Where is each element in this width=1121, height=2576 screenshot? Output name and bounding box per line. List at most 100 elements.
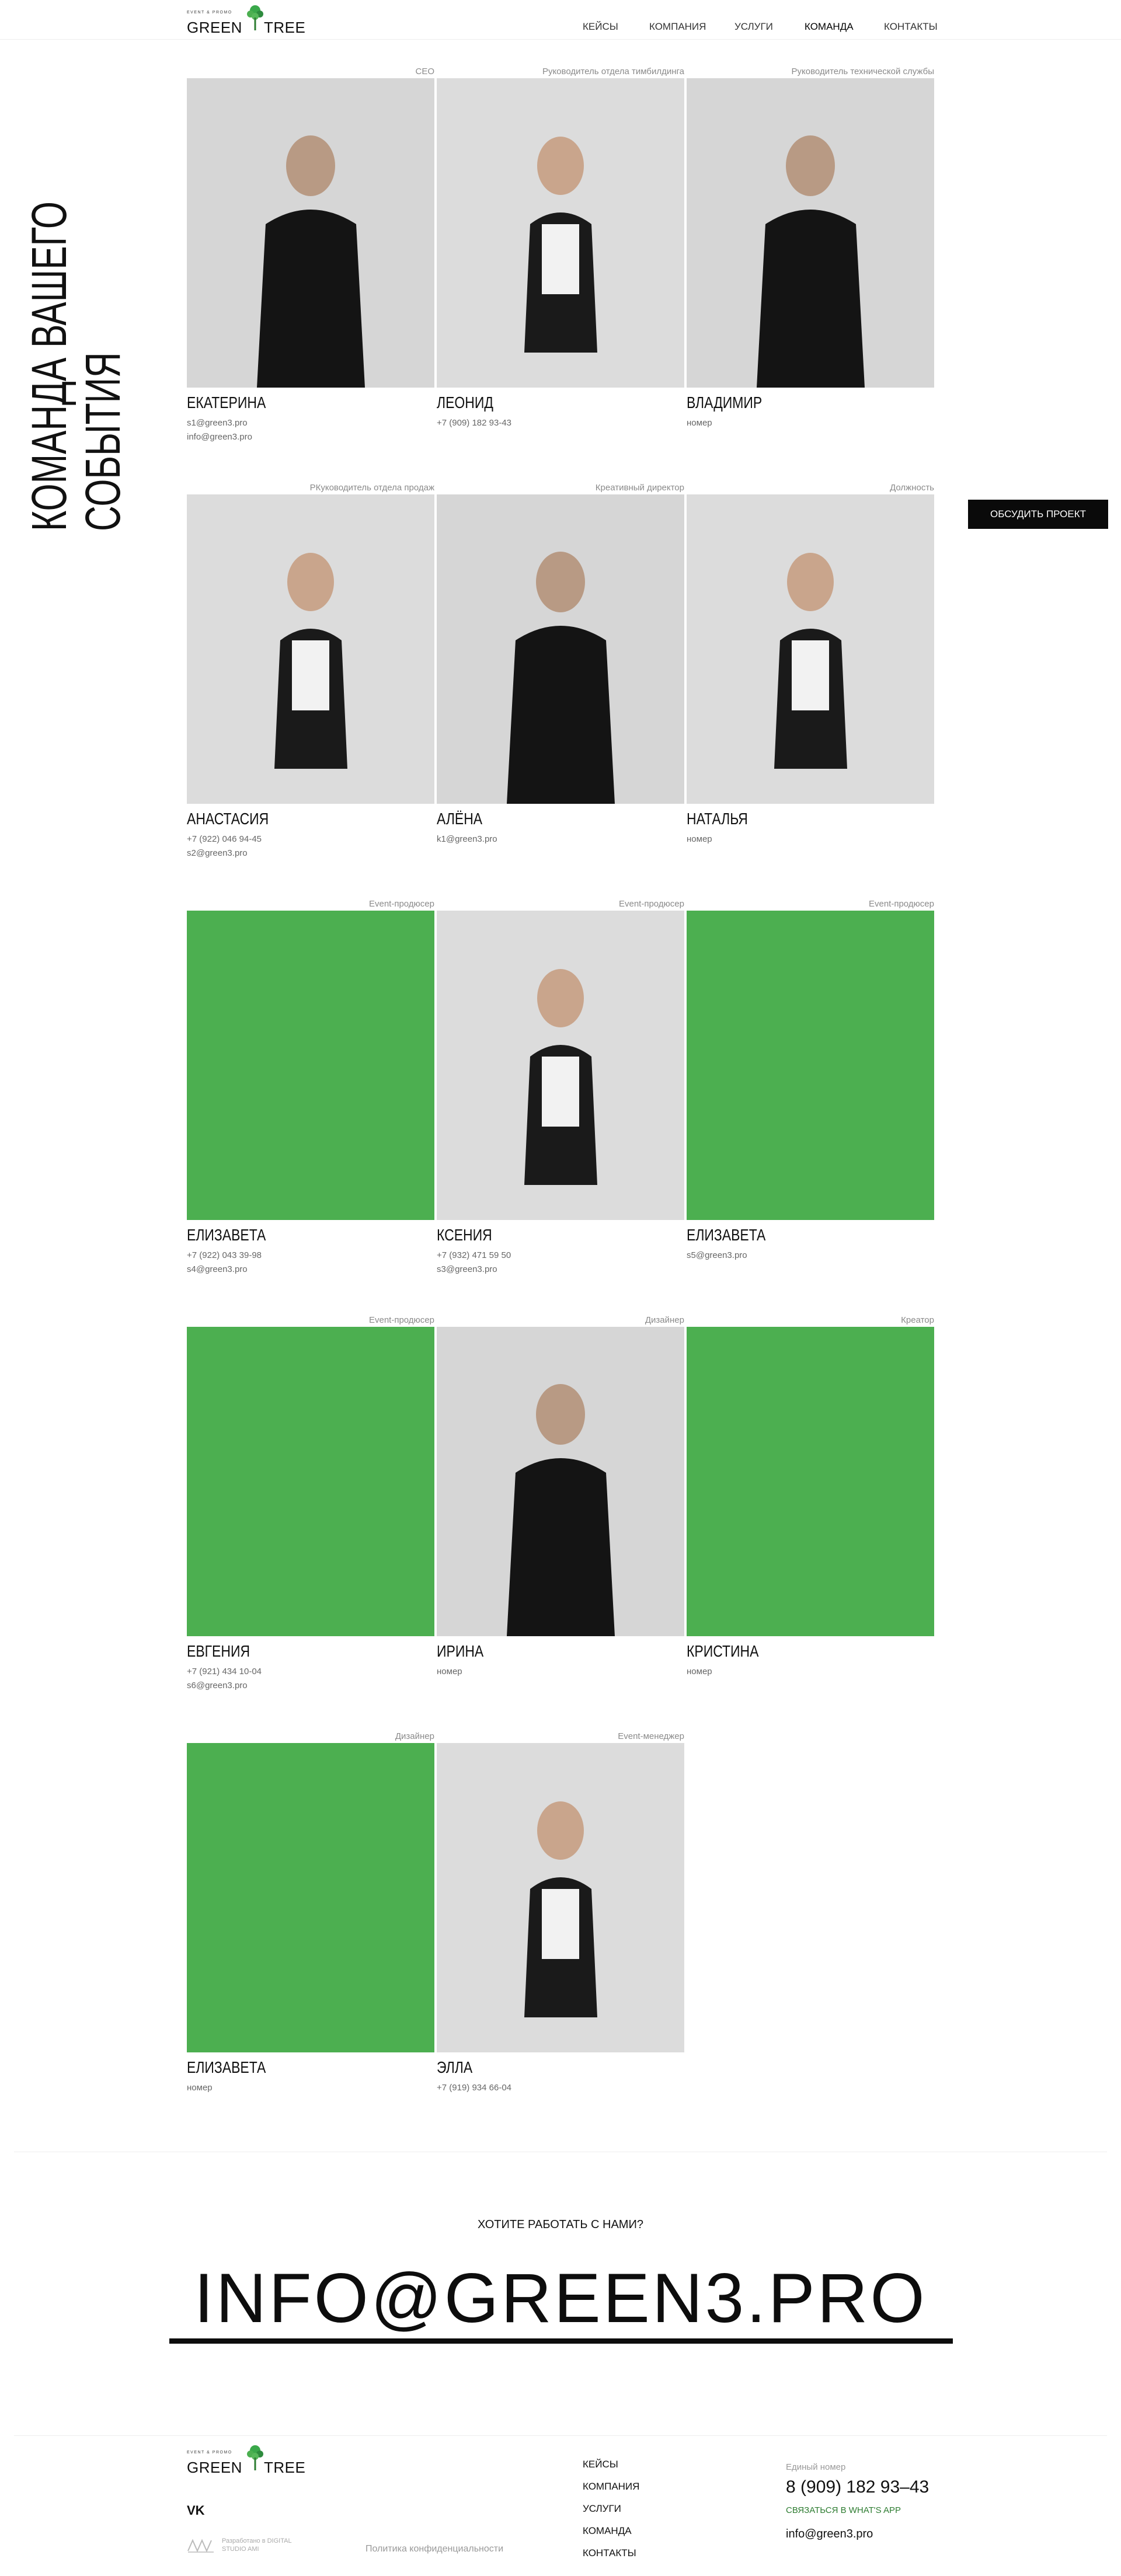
team-member-card: Event-менеджер ЭЛЛА +7 (919) 934 66-04 (437, 1731, 684, 2105)
member-role: CEO (415, 67, 434, 76)
team-member-card: Должность НАТАЛЬЯ номер (687, 483, 934, 856)
member-role: Event-менеджер (618, 1731, 684, 1741)
footer-nav-team[interactable]: КОМАНДА (583, 2525, 632, 2537)
photo-placeholder (687, 1327, 934, 1636)
team-member-card: Event-продюсер ЕЛИЗАВЕТА s5@green3.pro (687, 899, 934, 1273)
member-role: Event-продюсер (868, 899, 934, 909)
logo-word-tree: TREE (264, 2459, 306, 2476)
member-role: Event-продюсер (368, 1315, 434, 1325)
team-member-card: Дизайнер ЕЛИЗАВЕТА номер (187, 1731, 434, 2105)
footer-logo[interactable]: EVENT & PROMO GREEN TREE (187, 2443, 315, 2476)
site-header: EVENT & PROMO GREEN TREE КЕЙСЫ КОМПАНИЯ … (0, 0, 1121, 40)
member-contact-1[interactable]: номер (687, 418, 712, 428)
nav-team[interactable]: КОМАНДА (805, 21, 854, 33)
photo-placeholder (687, 911, 934, 1220)
member-contact-2[interactable]: s3@green3.pro (437, 1264, 497, 1274)
team-member-card: Дизайнер ИРИНА номер (437, 1315, 684, 1689)
phone-label: Единый номер (786, 2462, 846, 2472)
member-contact-1[interactable]: +7 (922) 046 94-45 (187, 834, 262, 844)
member-contact-2[interactable]: s4@green3.pro (187, 1264, 248, 1274)
member-contact-1[interactable]: номер (687, 834, 712, 844)
logo-word-tree: TREE (264, 19, 306, 36)
footer-nav-cases[interactable]: КЕЙСЫ (583, 2459, 618, 2470)
team-member-card: Креатор КРИСТИНА номер (687, 1315, 934, 1689)
member-name: ВЛАДИМИР (687, 393, 763, 412)
nav-company[interactable]: КОМПАНИЯ (649, 21, 706, 33)
member-contact-1[interactable]: k1@green3.pro (437, 834, 497, 844)
page-title-line1: КОМАНДА ВАШЕГО (22, 201, 76, 531)
logo-word-green: GREEN (187, 19, 242, 36)
photo-placeholder (187, 1743, 434, 2052)
member-contact-2[interactable]: s6@green3.pro (187, 1681, 248, 1690)
member-name: НАТАЛЬЯ (687, 810, 748, 828)
team-member-card: Event-продюсер ЕЛИЗАВЕТА +7 (922) 043 39-9… (187, 899, 434, 1274)
member-role: Дизайнер (395, 1731, 434, 1741)
member-name: ЕЛИЗАВЕТА (187, 2058, 266, 2076)
member-contact-1[interactable]: номер (437, 1667, 462, 1676)
member-role: Дизайнер (645, 1315, 684, 1325)
member-role: Event-продюсер (618, 899, 684, 909)
member-name: ЕЛИЗАВЕТА (187, 1226, 266, 1244)
tree-icon (247, 2445, 263, 2470)
nav-contacts[interactable]: КОНТАКТЫ (884, 21, 938, 33)
member-photo (687, 78, 934, 388)
footer-divider (14, 2435, 1107, 2436)
whatsapp-link[interactable]: СВЯЗАТЬСЯ В WHAT'S APP (786, 2505, 901, 2515)
member-name: ИРИНА (437, 1642, 484, 1660)
logo-word-green: GREEN (187, 2459, 242, 2476)
logo[interactable]: EVENT & PROMO GREEN TREE (187, 4, 315, 36)
member-photo (187, 494, 434, 804)
member-role: РКуководитель отдела продаж (309, 483, 434, 493)
page-title: КОМАНДА ВАШЕГО СОБЫТИЯ (22, 53, 139, 531)
member-photo (437, 78, 684, 388)
team-member-card: Руководитель технической службы ВЛАДИМИР н… (687, 67, 934, 440)
member-photo (437, 1743, 684, 2052)
member-name: ЕКАТЕРИНА (187, 393, 266, 412)
member-photo (437, 1327, 684, 1636)
member-name: КСЕНИЯ (437, 1226, 492, 1244)
team-member-card: Креативный директор АЛЁНА k1@green3.pro (437, 483, 684, 856)
member-role: Руководитель технической службы (791, 67, 934, 76)
footer-nav-services[interactable]: УСЛУГИ (583, 2503, 621, 2515)
page-title-line2: СОБЫТИЯ (75, 352, 130, 531)
vk-icon[interactable]: VK (187, 2503, 205, 2518)
logo-tagline: EVENT & PROMO (187, 11, 232, 15)
member-contact-1[interactable]: s1@green3.pro (187, 418, 248, 428)
member-contact-1[interactable]: s5@green3.pro (687, 1250, 747, 1260)
member-contact-1[interactable]: +7 (921) 434 10-04 (187, 1667, 262, 1676)
member-name: ЕВГЕНИЯ (187, 1642, 250, 1660)
member-contact-1[interactable]: +7 (919) 934 66-04 (437, 2083, 511, 2093)
member-name: КРИСТИНА (687, 1642, 759, 1660)
photo-placeholder (187, 1327, 434, 1636)
member-contact-1[interactable]: +7 (909) 182 93-43 (437, 418, 511, 428)
footer-phone[interactable]: 8 (909) 182 93–43 (786, 2477, 929, 2497)
nav-cases[interactable]: КЕЙСЫ (583, 21, 618, 33)
member-role: Креативный директор (595, 483, 684, 493)
member-role: Креатор (901, 1315, 934, 1325)
member-contact-2[interactable]: s2@green3.pro (187, 848, 248, 858)
big-email-link[interactable]: INFO@GREEN3.PRO (0, 2258, 1121, 2338)
footer-email[interactable]: info@green3.pro (786, 2528, 873, 2541)
privacy-policy-link[interactable]: Политика конфиденциальности (365, 2544, 503, 2554)
member-name: АЛЁНА (437, 810, 483, 828)
footer-nav-company[interactable]: КОМПАНИЯ (583, 2481, 639, 2493)
tree-icon (247, 5, 263, 30)
studio-logo-icon (187, 2539, 214, 2553)
member-contact-2[interactable]: info@green3.pro (187, 432, 252, 442)
studio-credit-text: Разработано в DIGITAL STUDIO AMI (222, 2537, 292, 2553)
discuss-project-button[interactable]: ОБСУДИТЬ ПРОЕКТ (968, 500, 1108, 529)
member-role: Event-продюсер (368, 899, 434, 909)
member-contact-1[interactable]: номер (687, 1667, 712, 1676)
member-role: Руководитель отдела тимбилдинга (542, 67, 684, 76)
member-contact-1[interactable]: +7 (922) 043 39-98 (187, 1250, 262, 1260)
work-with-us-heading: ХОТИТЕ РАБОТАТЬ С НАМИ? (478, 2218, 643, 2231)
team-member-card: РКуководитель отдела продаж АНАСТАСИЯ +7 (… (187, 483, 434, 858)
nav-services[interactable]: УСЛУГИ (734, 21, 773, 33)
member-contact-1[interactable]: номер (187, 2083, 213, 2093)
member-contact-1[interactable]: +7 (932) 471 59 50 (437, 1250, 511, 1260)
team-member-card: CEO ЕКАТЕРИНА s1@green3.pro info@green3.pro (187, 67, 434, 442)
member-name: ЛЕОНИД (437, 393, 493, 412)
member-photo (187, 78, 434, 388)
footer-nav-contacts[interactable]: КОНТАКТЫ (583, 2547, 636, 2559)
email-underline (169, 2338, 953, 2344)
